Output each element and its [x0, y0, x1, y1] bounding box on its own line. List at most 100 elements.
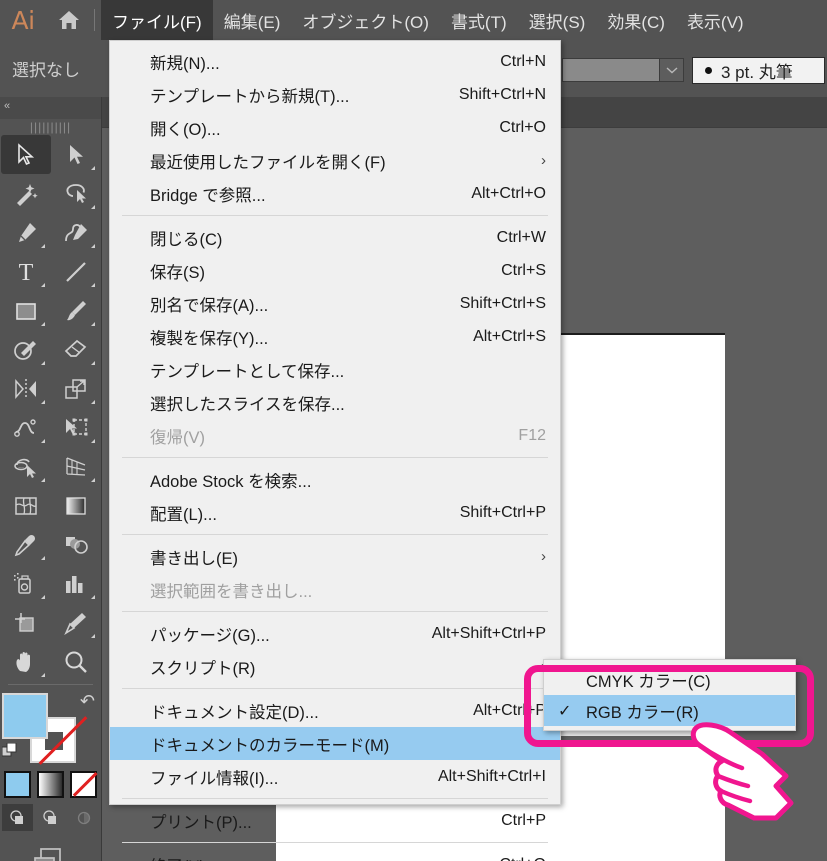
- column-graph-tool[interactable]: [51, 564, 101, 603]
- pen-tool[interactable]: [1, 213, 51, 252]
- none-swatch[interactable]: [70, 771, 97, 798]
- stroke-color-swatch[interactable]: [562, 58, 660, 82]
- menu-separator: [122, 215, 548, 216]
- menu-bar: Ai ファイル(F) 編集(E) オブジェクト(O) 書式(T) 選択(S) 効…: [0, 0, 827, 40]
- menu-item-label: テンプレートとして保存...: [150, 362, 345, 381]
- submenu-item-rgb-color[interactable]: ✓ RGB カラー(R): [544, 695, 795, 726]
- menu-item-label: 開く(O)...: [150, 120, 221, 139]
- width-tool[interactable]: [1, 408, 51, 447]
- screen-mode-button[interactable]: [0, 831, 101, 861]
- menu-item-save-as[interactable]: 別名で保存(A)... Shift+Ctrl+S: [110, 287, 560, 320]
- shape-builder-tool[interactable]: ...: [1, 447, 51, 486]
- rectangle-tool[interactable]: [1, 291, 51, 330]
- menubar-item-select[interactable]: 選択(S): [518, 0, 597, 40]
- lasso-tool[interactable]: [51, 174, 101, 213]
- menu-item-search-adobe-stock[interactable]: Adobe Stock を検索...: [110, 463, 560, 496]
- menubar-item-effect[interactable]: 効果(C): [596, 0, 676, 40]
- menu-item-save-selected-slices[interactable]: 選択したスライスを保存...: [110, 386, 560, 419]
- menu-item-export-selection: 選択範囲を書き出し...: [110, 573, 560, 606]
- magic-wand-tool[interactable]: [1, 174, 51, 213]
- menu-item-file-info[interactable]: ファイル情報(I)... Alt+Shift+Ctrl+I: [110, 760, 560, 793]
- menu-item-package[interactable]: パッケージ(G)... Alt+Shift+Ctrl+P: [110, 617, 560, 650]
- tool-flyout-indicator: [91, 244, 95, 248]
- eyedropper-tool[interactable]: [1, 525, 51, 564]
- draw-behind-mode[interactable]: [35, 804, 66, 831]
- ai-logo-text: Ai: [11, 5, 35, 35]
- tools-divider: [8, 684, 93, 685]
- menu-item-shortcut: Alt+Ctrl+S: [473, 327, 546, 345]
- free-transform-tool[interactable]: [51, 408, 101, 447]
- tools-panel: « |||||||||| T ... ↶: [0, 97, 102, 861]
- menu-item-save-a-copy[interactable]: 複製を保存(Y)... Alt+Ctrl+S: [110, 320, 560, 353]
- zoom-tool[interactable]: [51, 642, 101, 681]
- menu-item-label: 保存(S): [150, 263, 205, 282]
- perspective-grid-tool[interactable]: [51, 447, 101, 486]
- menu-item-document-setup[interactable]: ドキュメント設定(D)... Alt+Ctrl+P: [110, 694, 560, 727]
- menu-item-save[interactable]: 保存(S) Ctrl+S: [110, 254, 560, 287]
- menu-separator: [122, 611, 548, 612]
- gradient-swatch[interactable]: [37, 771, 64, 798]
- shaper-tool[interactable]: [1, 330, 51, 369]
- menu-item-label: 複製を保存(Y)...: [150, 329, 269, 348]
- blend-tool[interactable]: [51, 525, 101, 564]
- menu-item-shortcut: Ctrl+O: [499, 118, 546, 136]
- menu-item-document-color-mode[interactable]: ドキュメントのカラーモード(M) ›: [110, 727, 560, 760]
- eraser-tool[interactable]: [51, 330, 101, 369]
- menubar-item-type[interactable]: 書式(T): [440, 0, 518, 40]
- tool-flyout-indicator: [41, 478, 45, 482]
- symbol-sprayer-tool[interactable]: [1, 564, 51, 603]
- menu-item-label: プリント(P)...: [150, 813, 252, 832]
- menu-item-browse-in-bridge[interactable]: Bridge で参照... Alt+Ctrl+O: [110, 177, 560, 210]
- menu-item-new-from-template[interactable]: テンプレートから新規(T)... Shift+Ctrl+N: [110, 78, 560, 111]
- menu-item-open[interactable]: 開く(O)... Ctrl+O: [110, 111, 560, 144]
- tool-flyout-indicator: [91, 634, 95, 638]
- curvature-tool[interactable]: [51, 213, 101, 252]
- menu-item-export[interactable]: 書き出し(E) ›: [110, 540, 560, 573]
- direct-selection-tool[interactable]: [51, 135, 101, 174]
- menu-item-shortcut: Alt+Shift+Ctrl+I: [437, 767, 546, 785]
- default-fill-stroke-icon[interactable]: [1, 742, 18, 764]
- menubar-item-edit[interactable]: 編集(E): [213, 0, 292, 40]
- reflect-tool[interactable]: [1, 369, 51, 408]
- menu-item-exit[interactable]: 終了(X) Ctrl+Q: [110, 848, 560, 861]
- menu-item-open-recent[interactable]: 最近使用したファイルを開く(F) ›: [110, 144, 560, 177]
- artboard-tool[interactable]: [1, 603, 51, 642]
- color-swatch[interactable]: [4, 771, 31, 798]
- draw-inside-mode[interactable]: [68, 804, 99, 831]
- scale-tool[interactable]: [51, 369, 101, 408]
- menubar-item-file[interactable]: ファイル(F): [101, 0, 213, 40]
- fill-swatch[interactable]: [2, 693, 48, 739]
- home-icon[interactable]: [46, 0, 92, 40]
- illustrator-window: Ai ファイル(F) 編集(E) オブジェクト(O) 書式(T) 選択(S) 効…: [0, 0, 827, 861]
- selection-tool[interactable]: [1, 135, 51, 174]
- gradient-tool[interactable]: [51, 486, 101, 525]
- menu-item-print[interactable]: プリント(P)... Ctrl+P: [110, 804, 560, 837]
- menu-item-close[interactable]: 閉じる(C) Ctrl+W: [110, 221, 560, 254]
- collapse-icon[interactable]: «: [4, 100, 10, 112]
- chevron-right-icon: ›: [541, 548, 546, 565]
- paintbrush-tool[interactable]: [51, 291, 101, 330]
- menubar-item-object[interactable]: オブジェクト(O): [291, 0, 440, 40]
- menubar-label: 書式(T): [450, 12, 507, 32]
- menubar-item-view[interactable]: 表示(V): [676, 0, 755, 40]
- menu-item-scripts[interactable]: スクリプト(R) ›: [110, 650, 560, 683]
- chevron-down-icon[interactable]: [660, 58, 684, 82]
- brush-definition-dropdown[interactable]: 3 pt. 丸筆: [692, 57, 825, 84]
- draw-normal-mode[interactable]: [2, 804, 33, 831]
- slice-tool[interactable]: [51, 603, 101, 642]
- swap-fill-stroke-icon[interactable]: ↶: [80, 691, 95, 712]
- hand-tool[interactable]: [1, 642, 51, 681]
- tools-panel-grip[interactable]: ||||||||||: [0, 119, 101, 135]
- menu-item-label: ファイル情報(I)...: [150, 769, 279, 788]
- line-segment-tool[interactable]: [51, 252, 101, 291]
- tool-flyout-indicator: [41, 244, 45, 248]
- menu-item-new[interactable]: 新規(N)... Ctrl+N: [110, 45, 560, 78]
- mesh-tool[interactable]: [1, 486, 51, 525]
- submenu-item-cmyk-color[interactable]: CMYK カラー(C): [544, 664, 795, 695]
- type-tool[interactable]: T: [1, 252, 51, 291]
- tool-grid: T ...: [0, 135, 101, 681]
- tool-flyout-indicator: [41, 361, 45, 365]
- menu-item-shortcut: Ctrl+Q: [499, 856, 546, 861]
- menu-item-place[interactable]: 配置(L)... Shift+Ctrl+P: [110, 496, 560, 529]
- menu-item-save-as-template[interactable]: テンプレートとして保存...: [110, 353, 560, 386]
